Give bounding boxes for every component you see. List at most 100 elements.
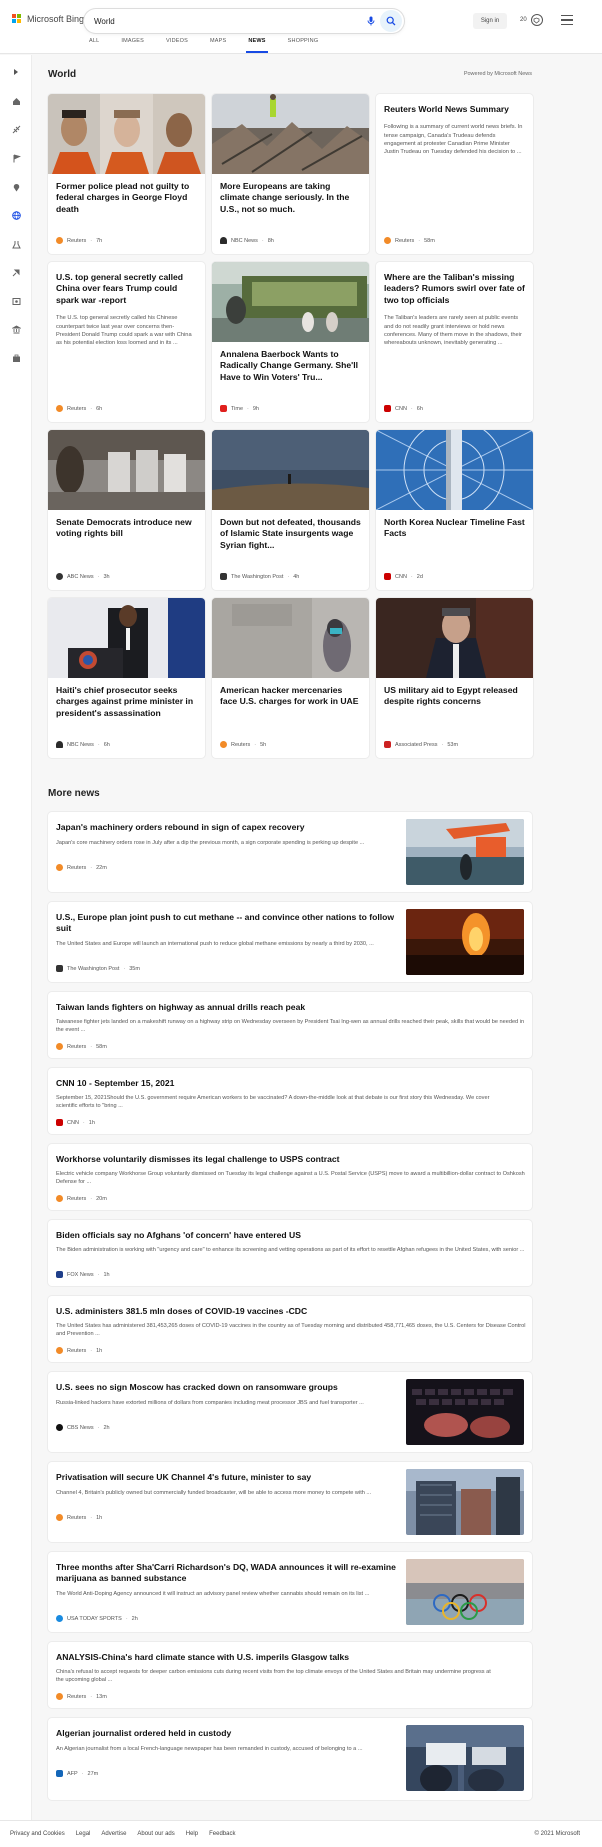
news-card[interactable]: More Europeans are taking climate change…	[212, 94, 369, 254]
news-card[interactable]: American hacker mercenaries face U.S. ch…	[212, 598, 369, 758]
tab-all[interactable]: ALL	[89, 38, 99, 53]
news-card[interactable]: US military aid to Egypt released despit…	[376, 598, 533, 758]
footer-link-help[interactable]: Help	[186, 1831, 198, 1837]
item-image	[406, 1725, 524, 1791]
cnn-logo-icon	[384, 405, 391, 412]
news-card[interactable]: Where are the Taliban's missing leaders?…	[376, 262, 533, 422]
news-card[interactable]: Senate Democrats introduce new voting ri…	[48, 430, 205, 590]
source-name: NBC News	[67, 741, 94, 748]
source-name: Reuters	[67, 405, 87, 412]
news-list-item[interactable]: U.S. sees no sign Moscow has cracked dow…	[48, 1372, 532, 1452]
card-image	[48, 598, 205, 678]
item-title: U.S. sees no sign Moscow has cracked dow…	[56, 1382, 338, 1392]
item-title: U.S., Europe plan joint push to cut meth…	[56, 912, 395, 934]
news-card[interactable]: Down but not defeated, thousands of Isla…	[212, 430, 369, 590]
science-icon[interactable]	[9, 237, 23, 251]
news-list-item[interactable]: Workhorse voluntarily dismisses its lega…	[48, 1144, 532, 1210]
item-title: Biden officials say no Afghans 'of conce…	[56, 1230, 301, 1240]
tab-videos[interactable]: VIDEOS	[166, 38, 188, 53]
entertainment-icon[interactable]	[9, 294, 23, 308]
card-source: Associated Press · 53m	[384, 741, 458, 748]
card-title: Down but not defeated, thousands of Isla…	[220, 517, 361, 550]
world-icon[interactable]	[9, 208, 23, 222]
news-list-item[interactable]: Taiwan lands fighters on highway as annu…	[48, 992, 532, 1058]
news-list-item[interactable]: Privatisation will secure UK Channel 4's…	[48, 1462, 532, 1542]
card-image	[48, 94, 205, 174]
news-list-item[interactable]: U.S. administers 381.5 mln doses of COVI…	[48, 1296, 532, 1362]
sports-icon[interactable]	[9, 122, 23, 136]
source-time: 22m	[96, 864, 107, 871]
news-list-item[interactable]: U.S., Europe plan joint push to cut meth…	[48, 902, 532, 982]
page: Microsoft Bing World Sign in 20 ALL IMAG…	[0, 0, 602, 1847]
source-name: CNN	[395, 573, 407, 580]
tab-shopping[interactable]: SHOPPING	[288, 38, 319, 53]
item-image	[406, 819, 524, 885]
home-icon[interactable]	[9, 94, 23, 108]
news-list-item[interactable]: Biden officials say no Afghans 'of conce…	[48, 1220, 532, 1286]
news-card[interactable]: Reuters World News Summary Following is …	[376, 94, 533, 254]
nbc-logo-icon	[220, 237, 227, 244]
source-name: The Washington Post	[231, 573, 284, 580]
news-card[interactable]: North Korea Nuclear Timeline Fast Facts …	[376, 430, 533, 590]
tab-maps[interactable]: MAPS	[210, 38, 226, 53]
footer-link-feedback[interactable]: Feedback	[209, 1831, 235, 1837]
card-title: Where are the Taliban's missing leaders?…	[384, 272, 525, 305]
flag-icon[interactable]	[9, 151, 23, 165]
source-name: CNN	[67, 1119, 79, 1126]
location-icon[interactable]	[9, 180, 23, 194]
powered-by[interactable]: Powered by Microsoft News	[430, 71, 532, 77]
tab-images[interactable]: IMAGES	[121, 38, 144, 53]
item-source: FOX News · 1h	[56, 1271, 110, 1278]
tab-news[interactable]: NEWS	[246, 38, 269, 53]
source-time: 7h	[96, 237, 103, 244]
sign-in-button[interactable]: Sign in	[473, 13, 507, 29]
source-name: Reuters	[231, 741, 251, 748]
card-source: Reuters · 5h	[220, 741, 266, 748]
rewards-button[interactable]: 20	[520, 14, 543, 26]
source-time: 1h	[103, 1271, 110, 1278]
bing-logo[interactable]: Microsoft Bing	[12, 14, 84, 24]
card-summary: Following is a summary of current world …	[384, 124, 523, 156]
footer-link-advertise[interactable]: Advertise	[101, 1831, 126, 1837]
news-card[interactable]: Annalena Baerbock Wants to Radically Cha…	[212, 262, 369, 422]
item-title: ANALYSIS-China's hard climate stance wit…	[56, 1652, 350, 1662]
item-summary: China's refusal to accept requests for d…	[56, 1669, 491, 1684]
footer-link-about-ads[interactable]: About our ads	[137, 1831, 174, 1837]
microphone-icon[interactable]	[362, 12, 380, 30]
news-card[interactable]: U.S. top general secretly called China o…	[48, 262, 205, 422]
news-list-item[interactable]: Algerian journalist ordered held in cust…	[48, 1718, 532, 1800]
source-name: ABC News	[67, 573, 94, 580]
source-time: 2h	[131, 1615, 138, 1622]
footer-link-privacy[interactable]: Privacy and Cookies	[10, 1831, 65, 1837]
news-card[interactable]: Haiti's chief prosecutor seeks charges a…	[48, 598, 205, 758]
item-source: Reuters · 1h	[56, 1347, 102, 1354]
item-summary: The World Anti-Doping Agency announced i…	[56, 1591, 370, 1597]
tech-icon[interactable]	[9, 265, 23, 279]
footer-link-legal[interactable]: Legal	[76, 1831, 91, 1837]
card-image	[212, 94, 369, 174]
search-input[interactable]: World	[94, 17, 362, 26]
reuters-logo-icon	[56, 1195, 63, 1202]
item-summary: Taiwanese fighter jets landed on a makes…	[56, 1019, 525, 1034]
source-name: Reuters	[67, 864, 87, 871]
politics-icon[interactable]	[9, 322, 23, 336]
search-icon	[386, 16, 396, 26]
menu-icon[interactable]	[561, 15, 573, 25]
expand-icon[interactable]	[9, 65, 23, 79]
news-list-item[interactable]: Japan's machinery orders rebound in sign…	[48, 812, 532, 892]
news-card[interactable]: Former police plead not guilty to federa…	[48, 94, 205, 254]
card-source: NBC News · 6h	[56, 741, 110, 748]
item-summary: The Biden administration is working with…	[56, 1247, 525, 1253]
copyright: © 2021 Microsoft	[534, 1831, 580, 1837]
news-list-item[interactable]: ANALYSIS-China's hard climate stance wit…	[48, 1642, 532, 1708]
news-list-item[interactable]: Three months after Sha'Carri Richardson'…	[48, 1552, 532, 1632]
ap-logo-icon	[384, 741, 391, 748]
search-button[interactable]	[380, 10, 402, 32]
search-box[interactable]: World	[84, 9, 404, 33]
source-time: 1h	[96, 1514, 103, 1521]
news-list-item[interactable]: CNN 10 - September 15, 2021 September 15…	[48, 1068, 532, 1134]
usa-today-logo-icon	[56, 1615, 63, 1622]
card-source: Reuters · 58m	[384, 237, 435, 244]
source-name: NBC News	[231, 237, 258, 244]
business-icon[interactable]	[9, 351, 23, 365]
